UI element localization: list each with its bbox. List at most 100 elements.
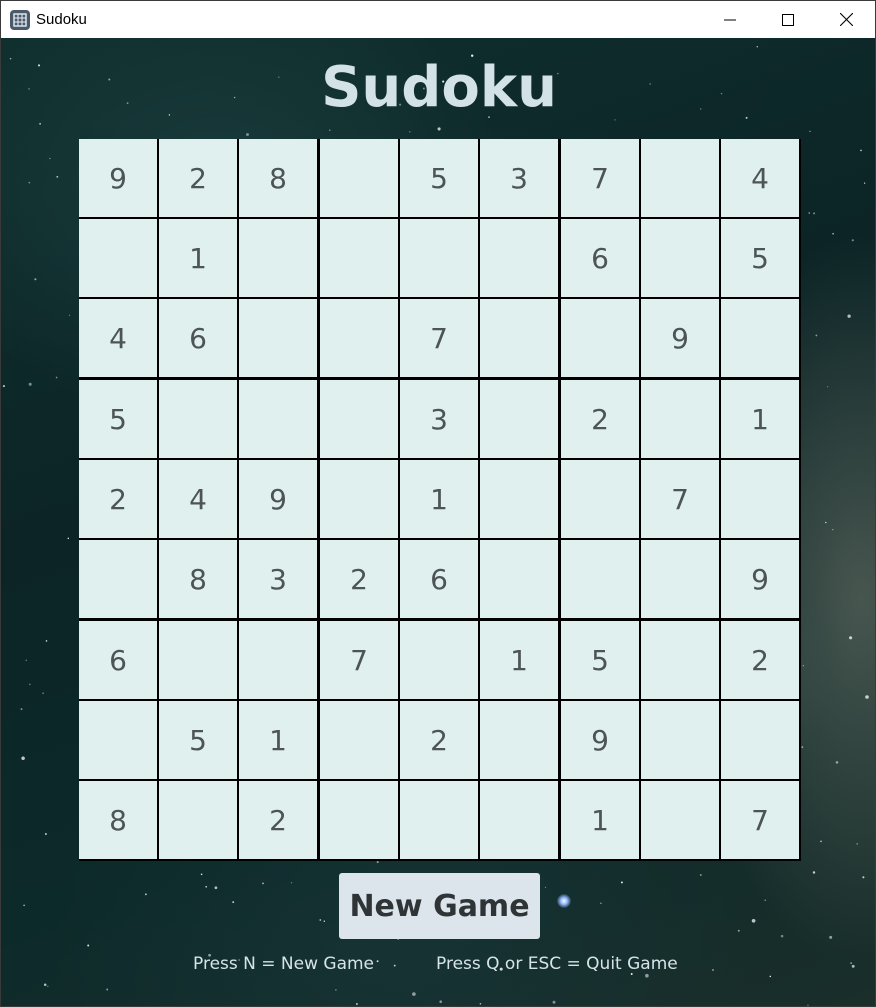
sudoku-cell[interactable] bbox=[561, 460, 639, 538]
sudoku-cell[interactable]: 9 bbox=[721, 540, 799, 618]
sudoku-cell[interactable]: 6 bbox=[561, 219, 639, 297]
sudoku-cell[interactable] bbox=[641, 781, 719, 859]
sudoku-cell[interactable] bbox=[239, 299, 317, 377]
sudoku-cell[interactable]: 4 bbox=[159, 460, 237, 538]
sudoku-cell[interactable]: 3 bbox=[400, 380, 478, 458]
sudoku-cell[interactable]: 7 bbox=[641, 460, 719, 538]
sudoku-cell[interactable] bbox=[561, 299, 639, 377]
new-game-hint: Press N = New Game bbox=[193, 954, 375, 974]
sudoku-cell[interactable] bbox=[79, 219, 157, 297]
sudoku-cell[interactable]: 2 bbox=[239, 781, 317, 859]
sudoku-cell[interactable] bbox=[480, 781, 558, 859]
sudoku-cell[interactable]: 2 bbox=[79, 460, 157, 538]
sudoku-cell[interactable]: 8 bbox=[79, 781, 157, 859]
sudoku-cell[interactable]: 6 bbox=[79, 621, 157, 699]
sudoku-cell[interactable] bbox=[400, 621, 478, 699]
sudoku-cell[interactable] bbox=[239, 621, 317, 699]
sudoku-cell[interactable]: 1 bbox=[400, 460, 478, 538]
sudoku-cell[interactable]: 2 bbox=[320, 540, 398, 618]
sudoku-cell[interactable]: 2 bbox=[400, 701, 478, 779]
sudoku-cell[interactable] bbox=[320, 139, 398, 217]
sudoku-cell[interactable] bbox=[480, 701, 558, 779]
sudoku-cell[interactable] bbox=[641, 219, 719, 297]
sudoku-cell[interactable] bbox=[561, 540, 639, 618]
star bbox=[47, 985, 49, 988]
sudoku-cell[interactable] bbox=[480, 540, 558, 618]
sudoku-cell[interactable] bbox=[79, 701, 157, 779]
maximize-icon bbox=[782, 13, 794, 26]
sudoku-cell[interactable] bbox=[721, 299, 799, 377]
sudoku-cell[interactable]: 4 bbox=[721, 139, 799, 217]
sudoku-cell[interactable]: 7 bbox=[561, 139, 639, 217]
sudoku-cell[interactable] bbox=[641, 701, 719, 779]
sudoku-cell[interactable]: 7 bbox=[320, 621, 398, 699]
sudoku-cell[interactable] bbox=[159, 781, 237, 859]
sudoku-cell[interactable] bbox=[159, 380, 237, 458]
star bbox=[87, 944, 90, 947]
sudoku-cell[interactable] bbox=[320, 299, 398, 377]
sudoku-cell[interactable]: 9 bbox=[561, 701, 639, 779]
sudoku-cell[interactable]: 2 bbox=[721, 621, 799, 699]
sudoku-cell[interactable]: 9 bbox=[239, 460, 317, 538]
sudoku-cell[interactable]: 1 bbox=[721, 380, 799, 458]
sudoku-cell[interactable] bbox=[239, 380, 317, 458]
star bbox=[850, 962, 852, 964]
sudoku-cell[interactable]: 3 bbox=[480, 139, 558, 217]
sudoku-cell[interactable] bbox=[480, 299, 558, 377]
sudoku-cell[interactable]: 1 bbox=[159, 219, 237, 297]
star bbox=[205, 885, 208, 888]
sudoku-cell[interactable]: 6 bbox=[159, 299, 237, 377]
sudoku-cell[interactable]: 1 bbox=[561, 781, 639, 859]
sudoku-cell[interactable]: 5 bbox=[400, 139, 478, 217]
star bbox=[67, 537, 70, 540]
new-game-button[interactable]: New Game bbox=[339, 873, 540, 939]
sudoku-cell[interactable] bbox=[480, 219, 558, 297]
sudoku-cell[interactable] bbox=[320, 781, 398, 859]
star bbox=[323, 920, 325, 922]
sudoku-cell[interactable]: 5 bbox=[79, 380, 157, 458]
sudoku-cell[interactable] bbox=[79, 540, 157, 618]
sudoku-cell[interactable]: 5 bbox=[721, 219, 799, 297]
sudoku-cell[interactable]: 2 bbox=[159, 139, 237, 217]
close-button[interactable] bbox=[817, 1, 875, 38]
sudoku-cell[interactable]: 6 bbox=[400, 540, 478, 618]
sudoku-cell[interactable] bbox=[480, 380, 558, 458]
star bbox=[751, 918, 756, 923]
sudoku-cell[interactable] bbox=[641, 540, 719, 618]
sudoku-cell[interactable]: 1 bbox=[239, 701, 317, 779]
sudoku-cell[interactable]: 9 bbox=[641, 299, 719, 377]
sudoku-cell[interactable]: 5 bbox=[159, 701, 237, 779]
sudoku-cell[interactable]: 1 bbox=[480, 621, 558, 699]
star bbox=[645, 973, 649, 978]
sudoku-cell[interactable]: 8 bbox=[159, 540, 237, 618]
sudoku-cell[interactable] bbox=[159, 621, 237, 699]
sudoku-cell[interactable]: 7 bbox=[721, 781, 799, 859]
sudoku-cell[interactable] bbox=[641, 139, 719, 217]
sudoku-cell[interactable] bbox=[641, 621, 719, 699]
title-bar[interactable]: Sudoku bbox=[1, 1, 875, 38]
sudoku-cell[interactable]: 7 bbox=[400, 299, 478, 377]
star bbox=[21, 756, 25, 761]
star bbox=[246, 133, 249, 136]
sudoku-cell[interactable]: 9 bbox=[79, 139, 157, 217]
sudoku-cell[interactable] bbox=[480, 460, 558, 538]
maximize-button[interactable] bbox=[759, 1, 817, 38]
glowing-star bbox=[557, 894, 571, 908]
sudoku-cell[interactable] bbox=[320, 701, 398, 779]
minimize-button[interactable] bbox=[701, 1, 759, 38]
sudoku-cell[interactable] bbox=[721, 460, 799, 538]
sudoku-cell[interactable]: 4 bbox=[79, 299, 157, 377]
sudoku-cell[interactable] bbox=[400, 219, 478, 297]
sudoku-cell[interactable] bbox=[721, 701, 799, 779]
sudoku-cell[interactable] bbox=[641, 380, 719, 458]
sudoku-cell[interactable] bbox=[239, 219, 317, 297]
sudoku-cell[interactable]: 3 bbox=[239, 540, 317, 618]
star bbox=[68, 314, 71, 317]
sudoku-cell[interactable]: 5 bbox=[561, 621, 639, 699]
sudoku-cell[interactable] bbox=[320, 219, 398, 297]
sudoku-cell[interactable] bbox=[400, 781, 478, 859]
sudoku-cell[interactable] bbox=[320, 380, 398, 458]
sudoku-cell[interactable] bbox=[320, 460, 398, 538]
sudoku-cell[interactable]: 2 bbox=[561, 380, 639, 458]
sudoku-cell[interactable]: 8 bbox=[239, 139, 317, 217]
